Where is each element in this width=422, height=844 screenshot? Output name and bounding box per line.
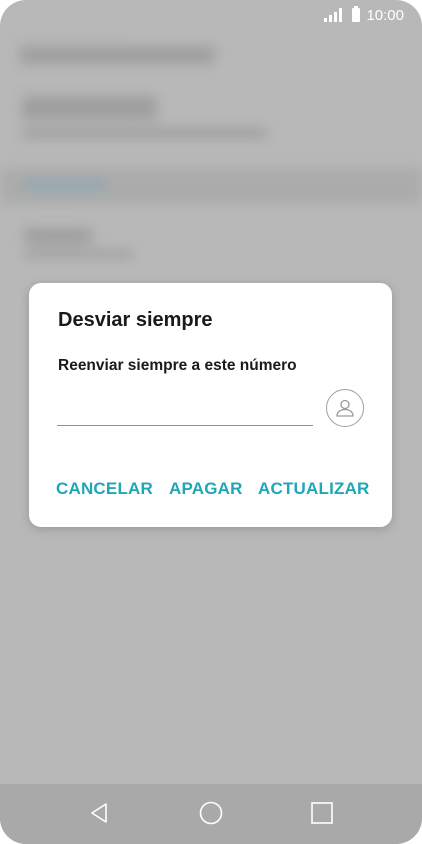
back-icon	[91, 803, 107, 823]
blurred-list-item-sub	[24, 250, 134, 258]
forward-number-label: Reenviar siempre a este número	[58, 357, 297, 374]
call-forward-dialog: Desviar siempre Reenviar siempre a este …	[29, 283, 392, 527]
battery-icon	[352, 6, 361, 22]
home-icon	[199, 801, 223, 825]
back-button[interactable]	[84, 798, 114, 828]
turn-off-button[interactable]: APAGAR	[169, 479, 243, 499]
cancel-button[interactable]: CANCELAR	[56, 479, 153, 499]
status-time: 10:00	[366, 6, 404, 24]
dialog-actions: CANCELAR APAGAR ACTUALIZAR	[29, 479, 392, 501]
phone-frame: 10:00 Desviar siempre Reenviar siempre a…	[0, 0, 422, 844]
screen: 10:00 Desviar siempre Reenviar siempre a…	[0, 0, 422, 844]
update-button[interactable]: ACTUALIZAR	[258, 479, 370, 499]
blurred-header-row	[20, 46, 215, 64]
navigation-bar	[0, 784, 422, 844]
contact-picker-button[interactable]	[326, 389, 364, 427]
signal-icon	[324, 8, 343, 22]
forward-number-input[interactable]	[57, 391, 313, 426]
home-button[interactable]	[196, 798, 226, 828]
blurred-band-text	[22, 180, 107, 190]
recents-button[interactable]	[307, 798, 337, 828]
status-bar: 10:00	[0, 0, 422, 30]
recents-icon	[311, 802, 333, 824]
blurred-list-item	[24, 228, 92, 244]
dialog-title: Desviar siempre	[58, 309, 213, 331]
blurred-subtitle	[22, 128, 267, 138]
blurred-title	[22, 96, 157, 120]
contact-person-icon	[336, 399, 354, 417]
